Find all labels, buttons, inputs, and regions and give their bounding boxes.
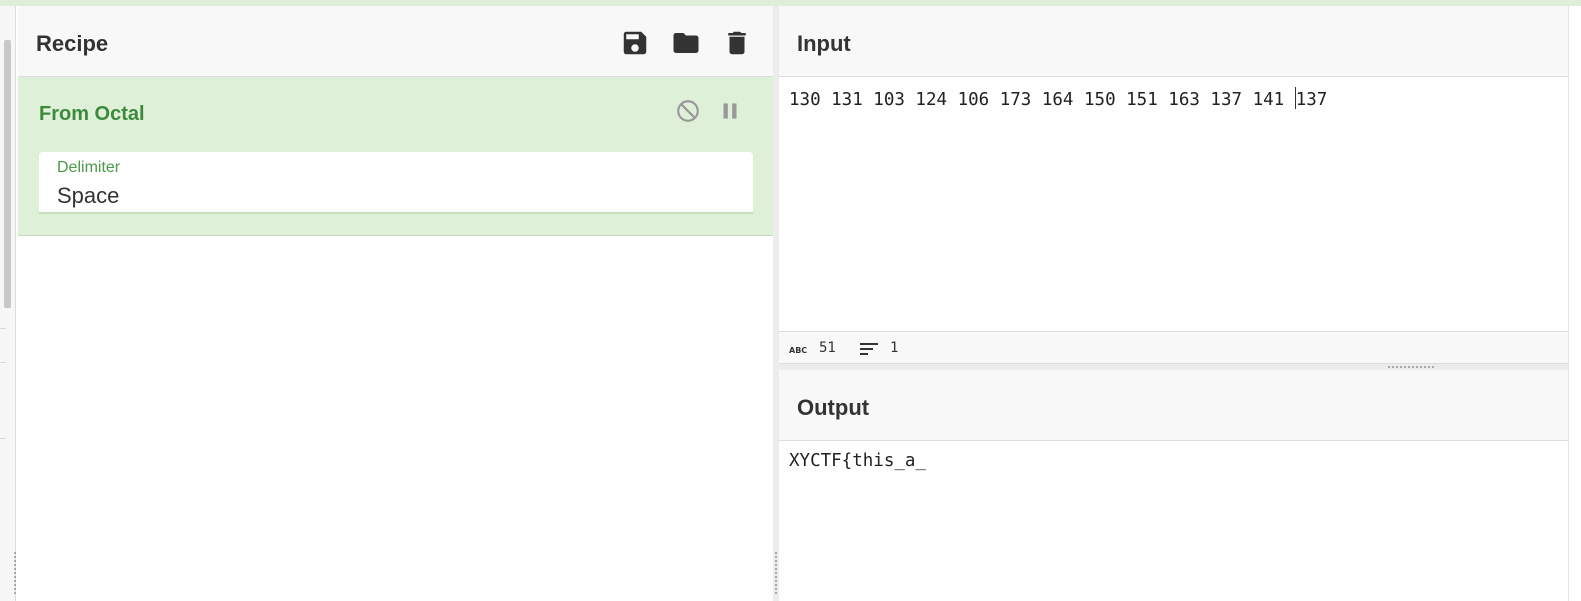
input-text-before-caret: 130 131 103 124 106 173 164 150 151 163 … (789, 90, 1295, 110)
svg-text:ABC: ABC (789, 346, 807, 355)
pause-icon[interactable] (717, 98, 743, 124)
operations-column (0, 6, 16, 601)
operation-title: From Octal (39, 103, 145, 125)
recipe-title: Recipe (36, 31, 109, 56)
delimiter-field[interactable]: Delimiter Space (39, 152, 753, 214)
delimiter-value[interactable]: Space (57, 183, 119, 209)
input-status-bar: ABC 51 1 (779, 331, 1581, 364)
input-text-after-caret: 137 (1295, 90, 1328, 110)
input-lines: 1 (890, 340, 899, 356)
operations-divider (0, 362, 6, 363)
resize-handle-horizontal[interactable] (1388, 366, 1436, 368)
recipe-header: Recipe (18, 6, 773, 77)
input-header: Input (779, 6, 1581, 77)
folder-icon[interactable] (671, 28, 701, 58)
abc-icon: ABC (789, 341, 811, 357)
operation-from-octal[interactable]: From Octal Delimiter Space (18, 77, 773, 236)
disable-icon[interactable] (675, 98, 701, 124)
trash-icon[interactable] (722, 28, 752, 58)
output-text[interactable]: XYCTF{this_a_ (789, 451, 926, 471)
resize-handle-vertical[interactable] (775, 552, 777, 596)
output-title: Output (797, 395, 870, 420)
output-panel: Output XYCTF{this_a_ (779, 370, 1581, 601)
lines-icon (859, 341, 881, 357)
input-title: Input (797, 31, 851, 56)
recipe-panel: Recipe From Octal Delimiter Space (18, 6, 773, 601)
input-textarea[interactable]: 130 131 103 124 106 173 164 150 151 163 … (789, 87, 1327, 110)
input-panel: Input 130 131 103 124 106 173 164 150 15… (779, 6, 1581, 364)
input-length: 51 (819, 340, 836, 356)
resize-handle-left[interactable] (14, 552, 16, 596)
save-icon[interactable] (620, 28, 650, 58)
output-header: Output (779, 370, 1581, 441)
right-scroll-gutter[interactable] (1568, 6, 1581, 601)
operations-scrollbar[interactable] (4, 40, 11, 308)
delimiter-label: Delimiter (57, 159, 121, 176)
operations-divider (0, 438, 6, 439)
operations-divider (0, 328, 6, 329)
